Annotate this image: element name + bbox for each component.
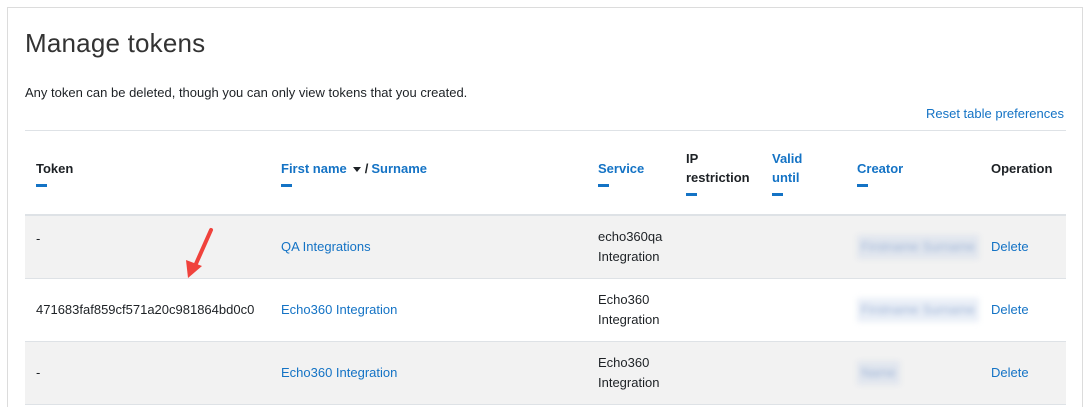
ip-restriction-cell xyxy=(675,341,761,405)
sort-first-name-link[interactable]: First name xyxy=(281,161,347,176)
name-cell: QA Integrations xyxy=(270,215,587,279)
manage-tokens-panel: Manage tokens Any token can be deleted, … xyxy=(7,7,1083,407)
table-row: - Echo360 Integration Echo360 Integratio… xyxy=(25,341,1066,405)
ip-restriction-cell xyxy=(675,278,761,342)
col-header-ip-restriction-label: IP restriction xyxy=(686,151,750,185)
operation-cell: Delete xyxy=(980,341,1066,405)
creator-cell: Firstname Surname xyxy=(846,278,980,342)
token-cell: - xyxy=(25,341,270,405)
delete-link[interactable]: Delete xyxy=(991,365,1029,380)
name-cell: Echo360 Integration xyxy=(270,341,587,405)
table-row: 471683faf859cf571a20c981864bd0c0 Echo360… xyxy=(25,278,1066,342)
collapse-valid-until-column-icon[interactable] xyxy=(772,193,783,196)
name-link[interactable]: Echo360 Integration xyxy=(281,365,397,380)
name-cell: Echo360 Integration xyxy=(270,278,587,342)
sort-creator-link[interactable]: Creator xyxy=(857,161,903,176)
page-description: Any token can be deleted, though you can… xyxy=(25,85,468,100)
service-value: echo360qa Integration xyxy=(598,229,663,264)
name-link[interactable]: QA Integrations xyxy=(281,239,371,254)
col-header-operation: Operation xyxy=(980,130,1066,216)
header-separator: / xyxy=(364,160,369,176)
red-arrow-icon xyxy=(186,228,213,278)
col-header-operation-label: Operation xyxy=(991,160,1053,176)
table-header-row: Token First name / Surname Service IP rest… xyxy=(25,130,1066,216)
creator-cell: Name xyxy=(846,341,980,405)
valid-until-cell xyxy=(761,278,846,342)
delete-link[interactable]: Delete xyxy=(991,239,1029,254)
operation-cell: Delete xyxy=(980,215,1066,279)
collapse-service-column-icon[interactable] xyxy=(598,183,609,187)
creator-link-blurred[interactable]: Name xyxy=(857,361,900,385)
col-header-token: Token xyxy=(25,130,270,216)
reset-table-preferences-link[interactable]: Reset table preferences xyxy=(926,106,1064,121)
sort-surname-link[interactable]: Surname xyxy=(371,161,427,176)
service-cell: Echo360 Integration xyxy=(587,278,675,342)
name-link[interactable]: Echo360 Integration xyxy=(281,302,397,317)
collapse-token-column-icon[interactable] xyxy=(36,183,47,187)
creator-link-blurred[interactable]: Firstname Surname xyxy=(857,235,980,259)
ip-restriction-cell xyxy=(675,215,761,279)
creator-link-blurred[interactable]: Firstname Surname xyxy=(857,298,980,322)
valid-until-cell xyxy=(761,215,846,279)
caret-down-icon xyxy=(352,166,361,172)
col-header-valid-until: Valid until xyxy=(761,130,846,216)
col-header-service: Service xyxy=(587,130,675,216)
service-cell: echo360qa Integration xyxy=(587,215,675,279)
page-title: Manage tokens xyxy=(25,28,206,58)
valid-until-cell xyxy=(761,341,846,405)
col-header-token-label: Token xyxy=(36,160,74,176)
sort-valid-until-link[interactable]: Valid until xyxy=(772,149,812,187)
service-value: Echo360 Integration xyxy=(598,355,660,390)
operation-cell: Delete xyxy=(980,278,1066,342)
token-cell: 471683faf859cf571a20c981864bd0c0 xyxy=(25,278,270,342)
service-cell: Echo360 Integration xyxy=(587,341,675,405)
sort-service-link[interactable]: Service xyxy=(598,161,644,176)
token-cell: - xyxy=(25,215,270,279)
collapse-ip-restriction-column-icon[interactable] xyxy=(686,193,697,196)
creator-cell: Firstname Surname xyxy=(846,215,980,279)
col-header-ip-restriction: IP restriction xyxy=(675,130,761,216)
delete-link[interactable]: Delete xyxy=(991,302,1029,317)
service-value: Echo360 Integration xyxy=(598,292,660,327)
collapse-name-column-icon[interactable] xyxy=(281,183,292,187)
collapse-creator-column-icon[interactable] xyxy=(857,183,868,187)
col-header-creator: Creator xyxy=(846,130,980,216)
col-header-name: First name / Surname xyxy=(270,130,587,216)
